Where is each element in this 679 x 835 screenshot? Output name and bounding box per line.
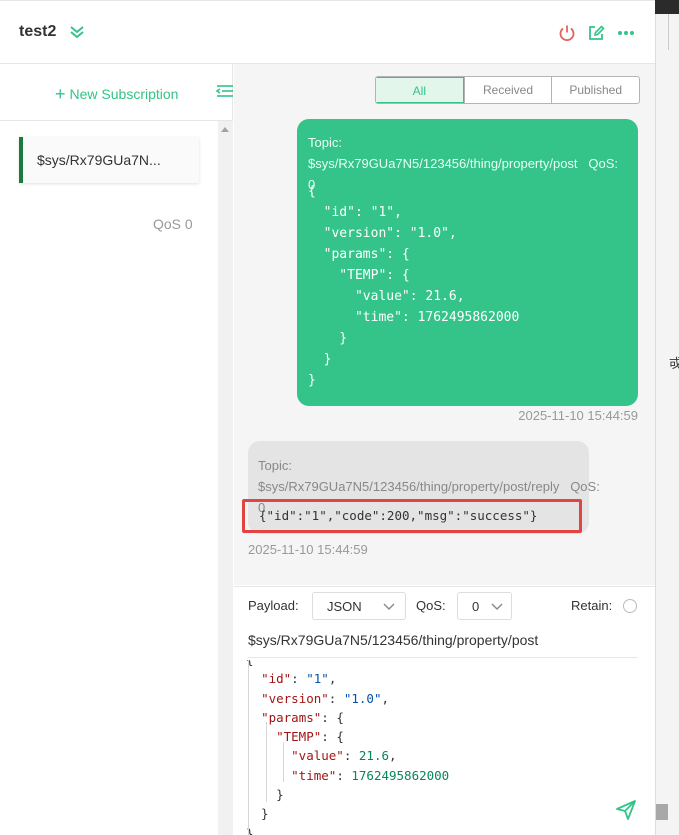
topic-input[interactable]: $sys/Rx79GUa7N5/123456/thing/property/po… <box>248 632 638 648</box>
double-chevron-down-icon[interactable] <box>68 23 86 41</box>
collapse-panel-icon[interactable] <box>215 82 233 100</box>
edit-icon[interactable] <box>586 23 606 43</box>
payload-format-value: JSON <box>327 599 362 614</box>
payload-format-select[interactable]: JSON <box>312 592 406 620</box>
external-window-edge <box>668 14 679 50</box>
subscriptions-scrollbar[interactable] <box>218 121 233 835</box>
payload-editor-code: { "id": "1", "version": "1.0", "params":… <box>246 660 450 835</box>
filter-all-tab[interactable]: All <box>376 77 464 103</box>
chevron-down-icon <box>491 603 503 610</box>
published-message[interactable]: Topic: $sys/Rx79GUa7N5/123456/thing/prop… <box>297 119 638 406</box>
message-topic-text: Topic: $sys/Rx79GUa7N5/123456/thing/prop… <box>308 135 578 171</box>
message-composer: Payload: JSON QoS: 0 Retain: $sys/Rx79GU… <box>234 586 655 835</box>
indent-guide <box>266 722 267 802</box>
connection-header: test2 <box>0 0 655 64</box>
scrollbar-thumb[interactable] <box>656 804 668 820</box>
message-topic-text: Topic: $sys/Rx79GUa7N5/123456/thing/prop… <box>258 458 560 494</box>
more-icon[interactable] <box>616 23 636 43</box>
connection-name: test2 <box>19 23 57 40</box>
message-time: 2025-11-10 15:44:59 <box>248 542 368 557</box>
chevron-down-icon <box>383 603 395 610</box>
qos-select[interactable]: 0 <box>457 592 512 620</box>
retain-checkbox[interactable] <box>623 599 637 613</box>
indent-guide <box>283 742 284 782</box>
payload-editor[interactable]: { "id": "1", "version": "1.0", "params":… <box>246 660 640 835</box>
divider <box>0 120 233 121</box>
subscription-item[interactable]: $sys/Rx79GUa7N... <box>19 137 199 183</box>
message-time: 2025-11-10 15:44:59 <box>518 408 638 423</box>
new-subscription-button[interactable]: + New Subscription <box>55 83 178 104</box>
power-icon[interactable] <box>557 23 577 43</box>
send-icon[interactable] <box>615 799 637 821</box>
message-payload: { "id": "1", "version": "1.0", "params":… <box>308 184 520 388</box>
external-window-bar <box>655 0 679 14</box>
scroll-up-arrow-icon[interactable] <box>221 127 229 132</box>
qos-value: 0 <box>472 599 480 614</box>
subscription-qos: QoS 0 <box>153 216 193 232</box>
indent-guide <box>248 660 249 835</box>
editor-scrollbar[interactable] <box>655 800 669 835</box>
mqtt-client-window: 戓 test2 + New Subscription $sys/Rx79GUa7… <box>0 0 679 835</box>
qos-label: QoS: <box>416 598 446 613</box>
highlight-annotation <box>242 499 582 533</box>
payload-label: Payload: <box>248 598 299 613</box>
subscription-topic: $sys/Rx79GUa7N... <box>37 152 161 168</box>
external-window-strip <box>655 0 679 835</box>
filter-published-tab[interactable]: Published <box>551 77 639 103</box>
retain-label: Retain: <box>571 598 613 613</box>
filter-received-tab[interactable]: Received <box>463 77 552 103</box>
divider <box>248 657 638 658</box>
subscriptions-panel: + New Subscription $sys/Rx79GUa7N... QoS … <box>0 64 233 835</box>
external-window-text: 戓 <box>669 356 679 371</box>
new-subscription-label: New Subscription <box>69 86 179 102</box>
message-filter: All Received Published <box>375 76 640 104</box>
plus-icon: + <box>55 84 66 104</box>
